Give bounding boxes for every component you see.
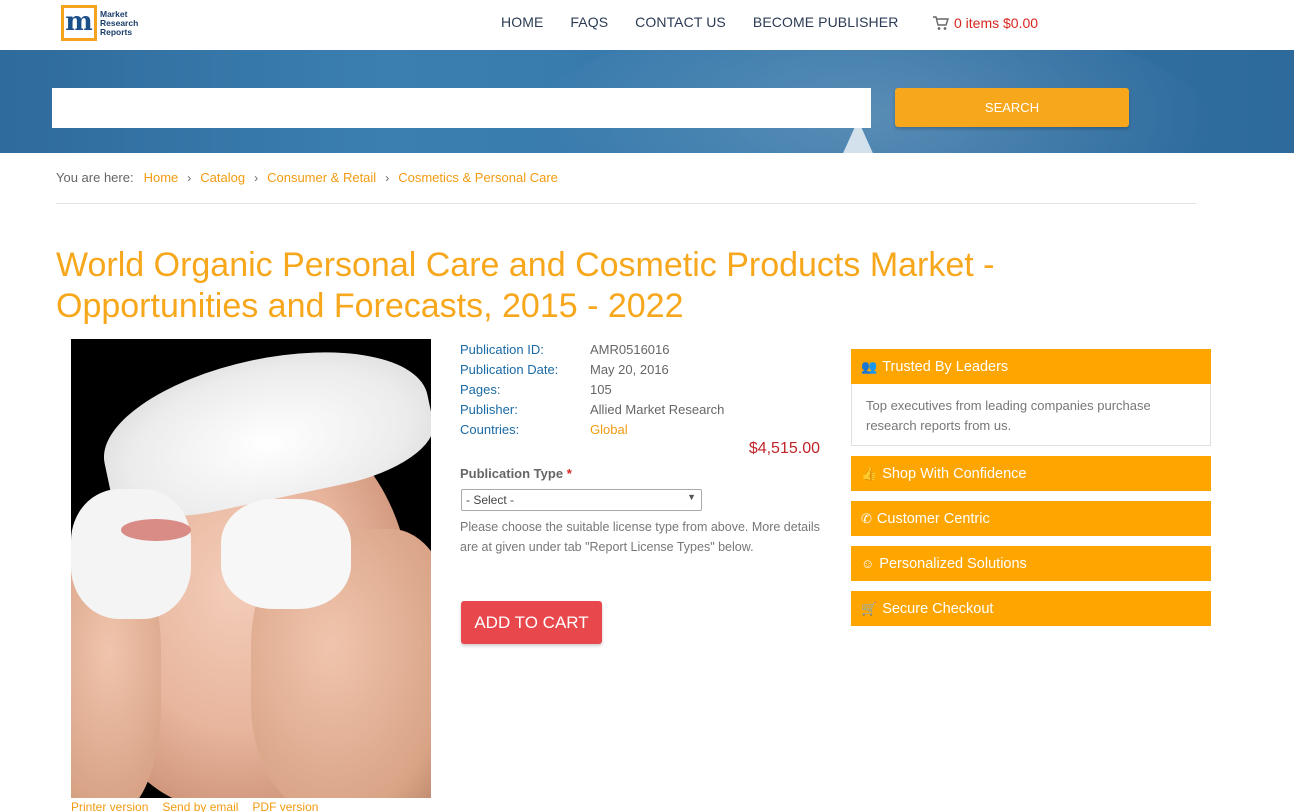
pages-count: 105 [590, 382, 612, 397]
publication-date: May 20, 2016 [590, 362, 669, 377]
logo-mark: m [61, 5, 97, 41]
cart-text: 0 items $0.00 [954, 15, 1039, 31]
breadcrumb-catalog[interactable]: Catalog [200, 170, 245, 185]
detail-row: Publication Date: May 20, 2016 [460, 361, 724, 381]
thumbs-up-icon: 👍 [861, 465, 878, 481]
secure-checkout-tab[interactable]: 🛒 Secure Checkout [851, 591, 1211, 626]
customer-centric-tab[interactable]: ✆ Customer Centric [851, 501, 1211, 536]
publication-type-select[interactable]: - Select - ▼ [461, 489, 702, 511]
cart-icon [933, 15, 949, 30]
publication-type-label: Publication Type * [460, 466, 572, 481]
search-button[interactable]: SEARCH [895, 88, 1129, 127]
trusted-by-leaders-tab[interactable]: 👥 Trusted By Leaders [851, 349, 1211, 384]
chevron-right-icon: › [254, 170, 259, 185]
detail-label: Publication Date: [460, 362, 559, 377]
publication-id: AMR0516016 [590, 342, 670, 357]
caret-down-icon: ▼ [687, 492, 696, 502]
license-hint: Please choose the suitable license type … [460, 520, 820, 554]
logo-text: Market Research Reports [100, 8, 139, 37]
detail-row: Publisher: Allied Market Research [460, 401, 724, 421]
add-to-cart-button[interactable]: ADD TO CART [461, 601, 602, 644]
printer-version-link[interactable]: Printer version [71, 800, 148, 812]
product-details: Publication ID: AMR0516016 Publication D… [460, 341, 724, 441]
smile-icon: ☺ [861, 556, 875, 571]
detail-row: Pages: 105 [460, 381, 724, 401]
chevron-right-icon: › [187, 170, 192, 185]
product-image [71, 339, 431, 798]
breadcrumb-consumer-retail[interactable]: Consumer & Retail [267, 170, 376, 185]
send-by-email-link[interactable]: Send by email [162, 800, 238, 812]
countries-link[interactable]: Global [590, 421, 628, 441]
search-input[interactable] [52, 88, 871, 128]
nav-become-publisher[interactable]: BECOME PUBLISHER [753, 14, 899, 30]
page-title: World Organic Personal Care and Cosmetic… [56, 246, 995, 325]
detail-row: Countries: Global [460, 421, 724, 441]
cart-icon: 🛒 [861, 600, 878, 616]
pdf-version-link[interactable]: PDF version [252, 800, 318, 812]
nav-contact-us[interactable]: CONTACT US [635, 14, 726, 30]
users-icon: 👥 [861, 358, 878, 374]
site-logo[interactable]: m Market Research Reports [61, 5, 143, 41]
main-nav: HOME FAQS CONTACT US BECOME PUBLISHER [501, 14, 925, 30]
top-bar: m Market Research Reports HOME FAQS CONT… [0, 0, 1294, 50]
trusted-description: Top executives from leading companies pu… [851, 384, 1211, 446]
shop-with-confidence-tab[interactable]: 👍 Shop With Confidence [851, 456, 1211, 491]
detail-row: Publication ID: AMR0516016 [460, 341, 724, 361]
breadcrumb-home[interactable]: Home [144, 170, 179, 185]
nav-home[interactable]: HOME [501, 14, 543, 30]
chevron-right-icon: › [385, 170, 390, 185]
publisher-name: Allied Market Research [590, 402, 725, 417]
personalized-solutions-tab[interactable]: ☺ Personalized Solutions [851, 546, 1211, 581]
nav-faqs[interactable]: FAQS [570, 14, 608, 30]
detail-label: Publication ID: [460, 342, 544, 357]
product-price: $4,515.00 [748, 440, 820, 457]
detail-label: Countries: [460, 422, 520, 437]
divider [56, 203, 1196, 204]
cart-summary[interactable]: 0 items $0.00 [932, 15, 1038, 31]
breadcrumb-label: You are here: [56, 170, 134, 185]
detail-label: Publisher: [460, 402, 518, 417]
breadcrumb-cosmetics[interactable]: Cosmetics & Personal Care [398, 170, 558, 185]
share-tools: Printer version Send by email PDF versio… [71, 800, 332, 812]
search-banner: SEARCH [0, 50, 1294, 153]
detail-label: Pages: [460, 382, 501, 397]
phone-icon: ✆ [861, 510, 872, 526]
breadcrumb: You are here: Home › Catalog › Consumer … [56, 170, 558, 185]
required-mark: * [566, 466, 572, 481]
